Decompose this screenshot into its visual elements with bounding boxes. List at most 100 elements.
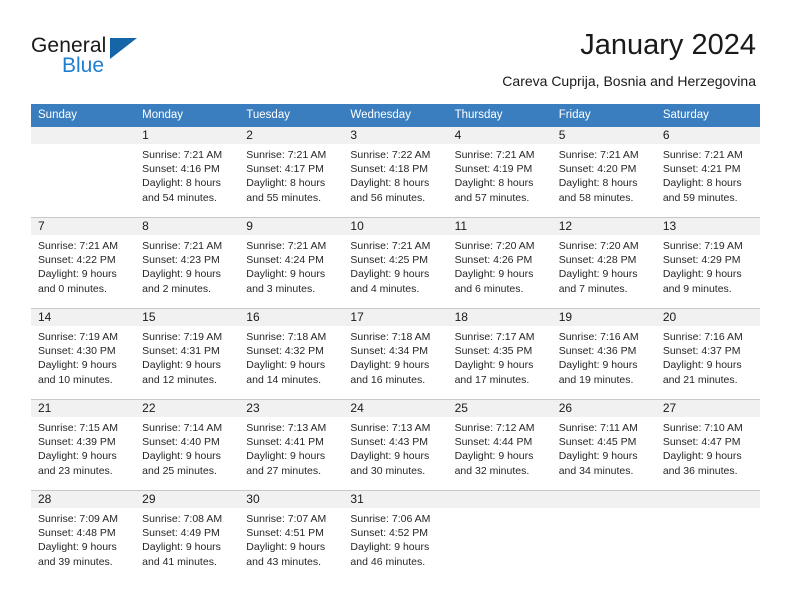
day-number: 10 xyxy=(343,218,448,235)
sunset-text: Sunset: 4:39 PM xyxy=(38,436,116,449)
day-cell[interactable]: 3 Sunrise: 7:22 AM Sunset: 4:18 PM Dayli… xyxy=(343,127,448,218)
weekday-header-monday: Monday xyxy=(135,104,240,127)
day-cell[interactable]: 23 Sunrise: 7:13 AM Sunset: 4:41 PM Dayl… xyxy=(239,399,344,491)
day-cell[interactable]: 9 Sunrise: 7:21 AM Sunset: 4:24 PM Dayli… xyxy=(239,217,344,309)
day-cell[interactable]: 2 Sunrise: 7:21 AM Sunset: 4:17 PM Dayli… xyxy=(239,127,344,218)
daylight-text-line2: and 16 minutes. xyxy=(350,373,426,386)
day-details: Sunrise: 7:19 AM Sunset: 4:31 PM Dayligh… xyxy=(135,326,239,387)
day-cell[interactable]: 18 Sunrise: 7:17 AM Sunset: 4:35 PM Dayl… xyxy=(447,308,552,400)
daylight-text-line1: Daylight: 9 hours xyxy=(142,268,221,281)
day-cell[interactable]: 31 Sunrise: 7:06 AM Sunset: 4:52 PM Dayl… xyxy=(343,490,448,581)
day-number: 26 xyxy=(551,400,656,417)
sunrise-text: Sunrise: 7:12 AM xyxy=(454,422,535,434)
day-cell[interactable]: 30 Sunrise: 7:07 AM Sunset: 4:51 PM Dayl… xyxy=(239,490,344,581)
calendar-week-row: 28 Sunrise: 7:09 AM Sunset: 4:48 PM Dayl… xyxy=(31,490,760,581)
daylight-text-line1: Daylight: 9 hours xyxy=(662,268,742,281)
day-number: 16 xyxy=(239,309,344,326)
sunrise-text: Sunrise: 7:21 AM xyxy=(350,240,431,252)
daylight-text-line1: Daylight: 9 hours xyxy=(662,450,742,463)
daylight-text-line1: Daylight: 9 hours xyxy=(454,359,534,372)
day-cell[interactable]: 13 Sunrise: 7:19 AM Sunset: 4:29 PM Dayl… xyxy=(655,217,760,309)
day-cell[interactable]: 15 Sunrise: 7:19 AM Sunset: 4:31 PM Dayl… xyxy=(135,308,240,400)
triangle-logo-icon xyxy=(110,38,137,59)
day-number: 28 xyxy=(31,491,136,508)
day-details: Sunrise: 7:21 AM Sunset: 4:22 PM Dayligh… xyxy=(31,235,135,296)
day-cell[interactable]: 17 Sunrise: 7:18 AM Sunset: 4:34 PM Dayl… xyxy=(343,308,448,400)
daylight-text-line1: Daylight: 9 hours xyxy=(38,268,117,281)
day-cell[interactable]: 22 Sunrise: 7:14 AM Sunset: 4:40 PM Dayl… xyxy=(135,399,240,491)
sunset-text: Sunset: 4:30 PM xyxy=(38,345,116,358)
daylight-text-line1: Daylight: 9 hours xyxy=(350,541,430,554)
daylight-text-line1: Daylight: 9 hours xyxy=(142,450,221,463)
day-number: 18 xyxy=(447,309,552,326)
day-cell[interactable]: 25 Sunrise: 7:12 AM Sunset: 4:44 PM Dayl… xyxy=(447,399,552,491)
day-cell[interactable]: 6 Sunrise: 7:21 AM Sunset: 4:21 PM Dayli… xyxy=(655,127,760,218)
day-details: Sunrise: 7:09 AM Sunset: 4:48 PM Dayligh… xyxy=(31,508,135,569)
day-cell[interactable]: 16 Sunrise: 7:18 AM Sunset: 4:32 PM Dayl… xyxy=(239,308,344,400)
daylight-text-line1: Daylight: 8 hours xyxy=(246,177,326,190)
sunset-text: Sunset: 4:29 PM xyxy=(662,254,741,267)
sunrise-text: Sunrise: 7:21 AM xyxy=(246,149,327,161)
day-cell[interactable]: 4 Sunrise: 7:21 AM Sunset: 4:19 PM Dayli… xyxy=(447,127,552,218)
sunset-text: Sunset: 4:45 PM xyxy=(558,436,637,449)
daylight-text-line2: and 14 minutes. xyxy=(246,373,321,386)
day-cell[interactable]: 7 Sunrise: 7:21 AM Sunset: 4:22 PM Dayli… xyxy=(31,217,136,309)
day-cell[interactable]: 5 Sunrise: 7:21 AM Sunset: 4:20 PM Dayli… xyxy=(551,127,656,218)
daylight-text-line1: Daylight: 9 hours xyxy=(246,359,326,372)
day-details: Sunrise: 7:21 AM Sunset: 4:17 PM Dayligh… xyxy=(239,144,343,205)
sunrise-text: Sunrise: 7:11 AM xyxy=(558,422,638,434)
sunset-text: Sunset: 4:17 PM xyxy=(246,163,324,176)
daylight-text-line1: Daylight: 9 hours xyxy=(558,450,638,463)
day-cell[interactable]: 1 Sunrise: 7:21 AM Sunset: 4:16 PM Dayli… xyxy=(135,127,240,218)
sunset-text: Sunset: 4:44 PM xyxy=(454,436,533,449)
sunrise-text: Sunrise: 7:06 AM xyxy=(350,513,431,525)
calendar-body: 1 Sunrise: 7:21 AM Sunset: 4:16 PM Dayli… xyxy=(31,127,760,581)
sunset-text: Sunset: 4:19 PM xyxy=(454,163,533,176)
daylight-text-line1: Daylight: 9 hours xyxy=(350,268,430,281)
day-cell[interactable]: 28 Sunrise: 7:09 AM Sunset: 4:48 PM Dayl… xyxy=(31,490,136,581)
day-details: Sunrise: 7:08 AM Sunset: 4:49 PM Dayligh… xyxy=(135,508,239,569)
sunrise-text: Sunrise: 7:20 AM xyxy=(454,240,535,252)
daylight-text-line2: and 56 minutes. xyxy=(350,191,426,204)
day-cell[interactable]: 26 Sunrise: 7:11 AM Sunset: 4:45 PM Dayl… xyxy=(551,399,656,491)
day-cell[interactable]: 8 Sunrise: 7:21 AM Sunset: 4:23 PM Dayli… xyxy=(135,217,240,309)
daylight-text-line2: and 32 minutes. xyxy=(454,464,530,477)
day-cell[interactable]: 12 Sunrise: 7:20 AM Sunset: 4:28 PM Dayl… xyxy=(551,217,656,309)
day-number: 24 xyxy=(343,400,448,417)
sunrise-text: Sunrise: 7:21 AM xyxy=(454,149,535,161)
weekday-header-saturday: Saturday xyxy=(655,104,760,127)
daylight-text-line2: and 46 minutes. xyxy=(350,555,426,568)
day-cell[interactable]: 27 Sunrise: 7:10 AM Sunset: 4:47 PM Dayl… xyxy=(655,399,760,491)
day-number: 27 xyxy=(655,400,760,417)
day-cell[interactable]: 21 Sunrise: 7:15 AM Sunset: 4:39 PM Dayl… xyxy=(31,399,136,491)
day-number: 14 xyxy=(31,309,136,326)
day-cell[interactable]: 24 Sunrise: 7:13 AM Sunset: 4:43 PM Dayl… xyxy=(343,399,448,491)
sunrise-text: Sunrise: 7:08 AM xyxy=(142,513,223,525)
daylight-text-line2: and 9 minutes. xyxy=(662,282,732,295)
sunset-text: Sunset: 4:24 PM xyxy=(246,254,324,267)
sunrise-text: Sunrise: 7:21 AM xyxy=(142,149,223,161)
daylight-text-line1: Daylight: 9 hours xyxy=(454,450,534,463)
page-title: January 2024 xyxy=(580,29,756,61)
day-details: Sunrise: 7:18 AM Sunset: 4:32 PM Dayligh… xyxy=(239,326,343,387)
daylight-text-line1: Daylight: 9 hours xyxy=(142,359,221,372)
day-cell[interactable]: 29 Sunrise: 7:08 AM Sunset: 4:49 PM Dayl… xyxy=(135,490,240,581)
weekday-header-friday: Friday xyxy=(551,104,656,127)
daylight-text-line1: Daylight: 9 hours xyxy=(246,268,326,281)
daylight-text-line2: and 4 minutes. xyxy=(350,282,420,295)
daylight-text-line2: and 59 minutes. xyxy=(662,191,738,204)
calendar-week-row: 21 Sunrise: 7:15 AM Sunset: 4:39 PM Dayl… xyxy=(31,399,760,491)
day-number xyxy=(31,127,136,144)
calendar-week-row: 7 Sunrise: 7:21 AM Sunset: 4:22 PM Dayli… xyxy=(31,217,760,309)
daylight-text-line2: and 6 minutes. xyxy=(454,282,524,295)
sunset-text: Sunset: 4:36 PM xyxy=(558,345,637,358)
day-number: 20 xyxy=(655,309,760,326)
sunset-text: Sunset: 4:40 PM xyxy=(142,436,220,449)
sunset-text: Sunset: 4:48 PM xyxy=(38,527,116,540)
day-cell[interactable]: 19 Sunrise: 7:16 AM Sunset: 4:36 PM Dayl… xyxy=(551,308,656,400)
day-cell[interactable]: 11 Sunrise: 7:20 AM Sunset: 4:26 PM Dayl… xyxy=(447,217,552,309)
general-blue-logo[interactable]: General Blue xyxy=(31,34,261,84)
day-cell[interactable]: 20 Sunrise: 7:16 AM Sunset: 4:37 PM Dayl… xyxy=(655,308,760,400)
day-cell[interactable]: 14 Sunrise: 7:19 AM Sunset: 4:30 PM Dayl… xyxy=(31,308,136,400)
day-cell[interactable]: 10 Sunrise: 7:21 AM Sunset: 4:25 PM Dayl… xyxy=(343,217,448,309)
